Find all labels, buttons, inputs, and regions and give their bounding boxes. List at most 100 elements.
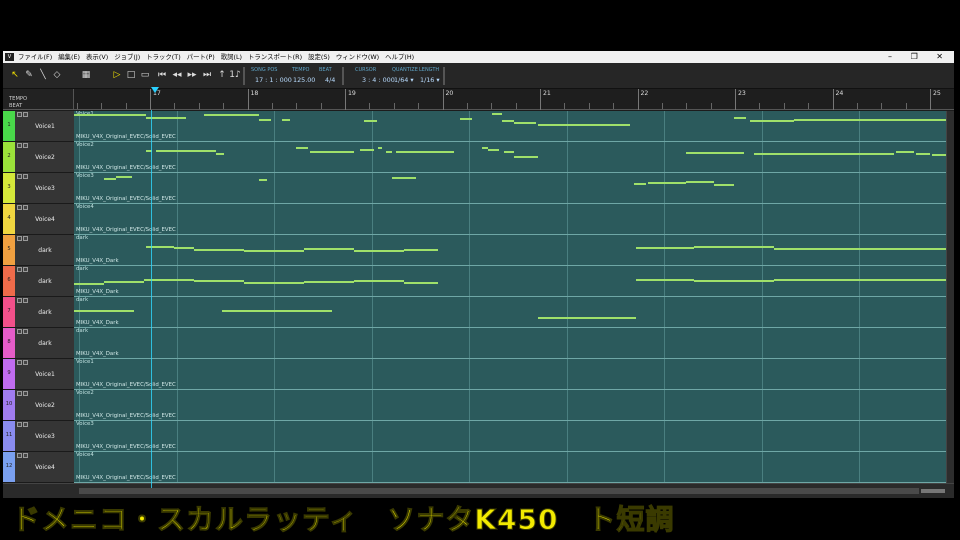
note-bar[interactable]: [282, 119, 290, 121]
track-name[interactable]: Voice2: [17, 154, 73, 161]
mute-solo-buttons[interactable]: [17, 391, 29, 396]
note-bar[interactable]: [634, 183, 646, 185]
track-lane[interactable]: Voice3 MIKU_V4X_Original_EVEC/Solid_EVEC: [74, 173, 946, 204]
solo-icon[interactable]: [23, 360, 28, 365]
note-bar[interactable]: [404, 249, 438, 251]
note-bar[interactable]: [754, 153, 894, 155]
solo-icon[interactable]: [23, 422, 28, 427]
solo-icon[interactable]: [23, 236, 28, 241]
mute-icon[interactable]: [17, 174, 22, 179]
track-name[interactable]: Voice4: [17, 216, 73, 223]
track-lane[interactable]: dark MIKU_V4X_Dark: [74, 266, 946, 297]
mute-solo-buttons[interactable]: [17, 453, 29, 458]
note-bar[interactable]: [750, 120, 794, 122]
menu-item[interactable]: トランスポート(R): [248, 53, 302, 61]
forward-end-icon[interactable]: ⏭: [201, 68, 213, 82]
mute-solo-buttons[interactable]: [17, 236, 29, 241]
note-bar[interactable]: [502, 120, 514, 122]
menu-item[interactable]: ウィンドウ(W): [336, 53, 379, 61]
forward-icon[interactable]: ▸▸: [186, 68, 198, 82]
arrow-tool-icon[interactable]: ↖: [9, 68, 21, 82]
timeline-ruler[interactable]: 17 18 19 20 21 22 23 24 25: [74, 89, 954, 110]
note-bar[interactable]: [259, 179, 267, 181]
note-bar[interactable]: [204, 114, 259, 116]
track-lane[interactable]: Voice2 MIKU_V4X_Original_EVEC/Solid_EVEC: [74, 142, 946, 173]
note-bar[interactable]: [104, 281, 144, 283]
note-bar[interactable]: [488, 149, 499, 151]
solo-icon[interactable]: [23, 391, 28, 396]
note-bar[interactable]: [146, 117, 186, 119]
rewind-icon[interactable]: ◂◂: [171, 68, 183, 82]
vertical-scrollbar[interactable]: [946, 111, 954, 483]
note-bar[interactable]: [259, 119, 271, 121]
mute-solo-buttons[interactable]: [17, 267, 29, 272]
note-bar[interactable]: [116, 176, 132, 178]
mute-icon[interactable]: [17, 298, 22, 303]
note-bar[interactable]: [296, 147, 308, 149]
track-lane[interactable]: dark MIKU_V4X_Dark: [74, 235, 946, 266]
note-bar[interactable]: [74, 310, 134, 312]
menu-item[interactable]: 設定(S): [308, 53, 330, 61]
mute-solo-buttons[interactable]: [17, 143, 29, 148]
solo-icon[interactable]: [23, 205, 28, 210]
note-bar[interactable]: [244, 282, 304, 284]
note-bar[interactable]: [222, 310, 332, 312]
track-name[interactable]: Voice2: [17, 402, 73, 409]
note-bar[interactable]: [492, 113, 502, 115]
track-header[interactable]: 5 dark: [3, 235, 74, 266]
menu-item[interactable]: 歌詞(L): [221, 53, 242, 61]
track-name[interactable]: Voice3: [17, 185, 73, 192]
beat-value[interactable]: 4/4: [325, 76, 335, 84]
track-name[interactable]: dark: [17, 278, 73, 285]
track-name[interactable]: Voice1: [17, 123, 73, 130]
note-bar[interactable]: [686, 152, 744, 154]
note-bar[interactable]: [514, 156, 538, 158]
rewind-start-icon[interactable]: ⏮: [156, 68, 168, 82]
solo-icon[interactable]: [23, 267, 28, 272]
track-header[interactable]: 1 Voice1: [3, 111, 74, 142]
note-bar[interactable]: [714, 184, 734, 186]
note-bar[interactable]: [504, 151, 514, 153]
note-bar[interactable]: [354, 280, 404, 282]
note-bar[interactable]: [538, 124, 630, 126]
note-bar[interactable]: [404, 282, 438, 284]
mute-solo-buttons[interactable]: [17, 329, 29, 334]
solo-icon[interactable]: [23, 329, 28, 334]
note-bar[interactable]: [396, 151, 454, 153]
track-header[interactable]: 3 Voice3: [3, 173, 74, 204]
note-bar[interactable]: [156, 150, 216, 152]
note-bar[interactable]: [538, 317, 636, 319]
note-bar[interactable]: [916, 153, 930, 155]
note-bar[interactable]: [194, 280, 244, 282]
metronome-icon[interactable]: 1♪: [229, 68, 241, 82]
track-header[interactable]: 7 dark: [3, 297, 74, 328]
track-lane[interactable]: Voice1MIKU_V4X_Original_EVEC/Solid_EVEC: [74, 111, 946, 142]
note-bar[interactable]: [460, 118, 472, 120]
line-tool-icon[interactable]: ╲: [37, 68, 49, 82]
note-bar[interactable]: [216, 153, 224, 155]
solo-icon[interactable]: [23, 143, 28, 148]
note-bar[interactable]: [304, 248, 354, 250]
solo-icon[interactable]: [23, 298, 28, 303]
track-lane[interactable]: Voice2 MIKU_V4X_Original_EVEC/Solid_EVEC: [74, 390, 946, 421]
scrollbar-thumb[interactable]: [79, 488, 919, 494]
track-header[interactable]: 4 Voice4: [3, 204, 74, 235]
pencil-tool-icon[interactable]: ✎: [23, 68, 35, 82]
mute-icon[interactable]: [17, 329, 22, 334]
track-lane[interactable]: Voice3 MIKU_V4X_Original_EVEC/Solid_EVEC: [74, 421, 946, 452]
mute-icon[interactable]: [17, 422, 22, 427]
track-name[interactable]: dark: [17, 247, 73, 254]
note-bar[interactable]: [734, 117, 746, 119]
track-lane[interactable]: Voice4 MIKU_V4X_Original_EVEC/Solid_EVEC: [74, 204, 946, 235]
note-bar[interactable]: [360, 149, 374, 151]
mute-solo-buttons[interactable]: [17, 112, 29, 117]
note-bar[interactable]: [74, 114, 146, 116]
horizontal-scrollbar[interactable]: [3, 483, 954, 498]
loop-icon[interactable]: ▭: [139, 68, 151, 82]
track-header[interactable]: 6 dark: [3, 266, 74, 297]
note-bar[interactable]: [386, 151, 392, 153]
playhead-marker-icon[interactable]: [151, 87, 159, 93]
song-pos-value[interactable]: 17 : 1 : 000: [255, 76, 292, 84]
solo-icon[interactable]: [23, 112, 28, 117]
track-header[interactable]: 11 Voice3: [3, 421, 74, 452]
